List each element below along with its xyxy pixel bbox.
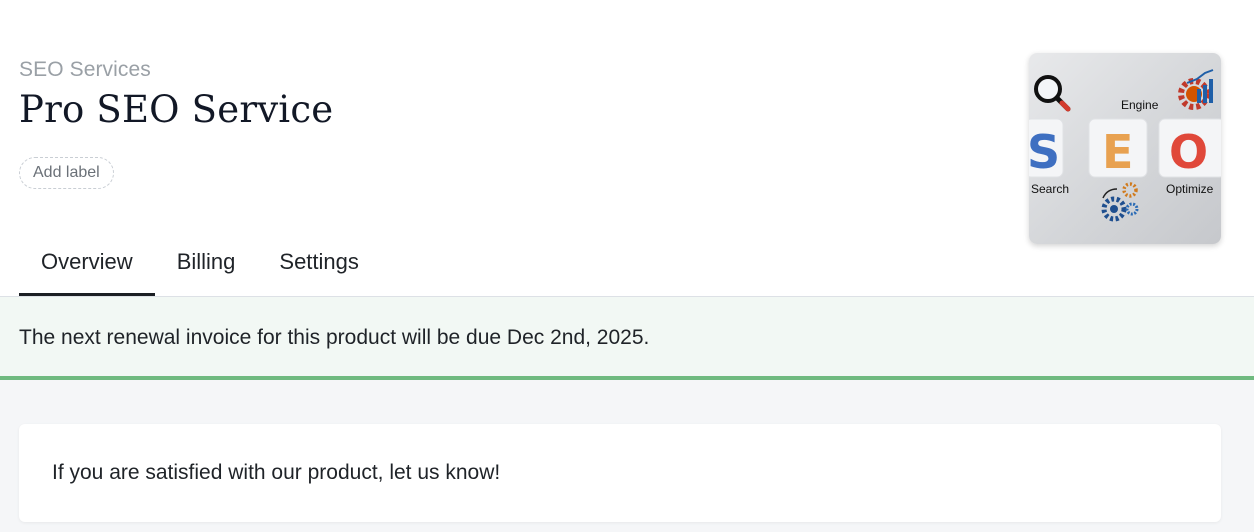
- seo-letter-e: E: [1102, 125, 1133, 179]
- renewal-notice: The next renewal invoice for this produc…: [0, 297, 1254, 380]
- gears-icon: [1101, 182, 1139, 222]
- product-category: SEO Services: [19, 58, 151, 81]
- add-label-button[interactable]: Add label: [19, 157, 114, 189]
- tab-bar: Overview Billing Settings: [19, 239, 381, 297]
- renewal-notice-text: The next renewal invoice for this produc…: [19, 326, 650, 349]
- magnifier-icon: [1034, 75, 1071, 112]
- feedback-text: If you are satisfied with our product, l…: [52, 461, 501, 484]
- engine-caption: Engine: [1121, 98, 1159, 112]
- main-content: If you are satisfied with our product, l…: [0, 380, 1254, 532]
- feedback-card: If you are satisfied with our product, l…: [19, 424, 1221, 522]
- seo-letter-s: S: [1029, 125, 1060, 179]
- seo-logo-image: Engine S E O Search Optimize: [1029, 53, 1221, 244]
- tab-billing[interactable]: Billing: [155, 239, 258, 297]
- gear-chart-icon: [1178, 69, 1214, 110]
- product-header: SEO Services Pro SEO Service Add label E…: [0, 0, 1254, 297]
- optimize-caption: Optimize: [1166, 182, 1214, 196]
- search-caption: Search: [1031, 182, 1069, 196]
- page-title: Pro SEO Service: [19, 88, 334, 131]
- seo-letter-o: O: [1169, 125, 1208, 179]
- tab-overview[interactable]: Overview: [19, 239, 155, 297]
- tab-settings[interactable]: Settings: [257, 239, 381, 297]
